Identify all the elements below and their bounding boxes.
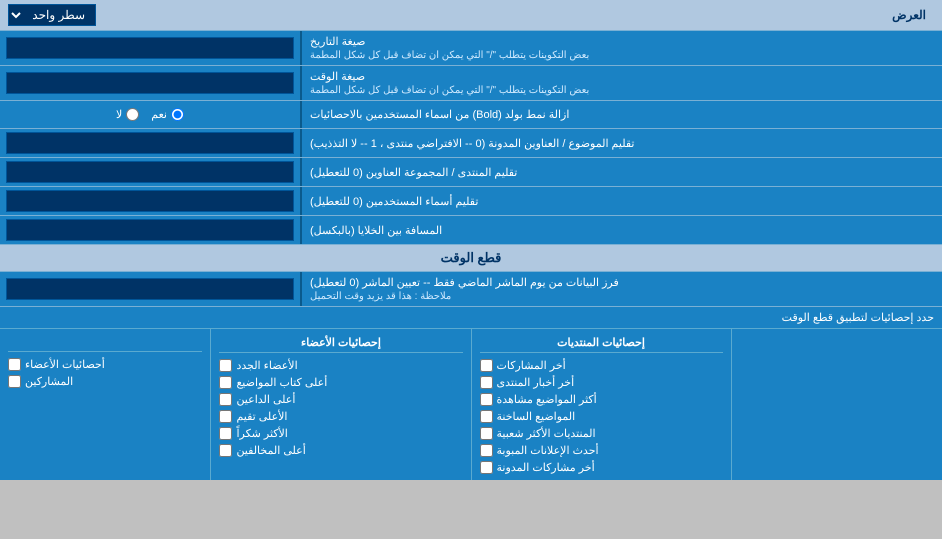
- top-bar: العرض سطر واحد سطرين ثلاثة أسطر: [0, 0, 942, 31]
- checkbox-item: أعلى كتاب المواضيع: [219, 374, 462, 391]
- cb-member-stats[interactable]: [8, 358, 21, 371]
- cb-hot-topics[interactable]: [480, 410, 493, 423]
- input-forum-titles[interactable]: 33: [6, 161, 294, 183]
- label-date-format: صيغة التاريخ بعض التكوينات يتطلب "/" الت…: [300, 31, 942, 65]
- checkbox-item: الأعضاء الجدد: [219, 357, 462, 374]
- radio-yes-label[interactable]: نعم: [151, 108, 184, 121]
- label-subject-titles: تقليم الموضوع / العناوين المدونة (0 -- ا…: [300, 129, 942, 157]
- display-dropdown[interactable]: سطر واحد سطرين ثلاثة أسطر: [8, 4, 96, 26]
- cb-top-posters[interactable]: [219, 376, 232, 389]
- label-cell-spacing: المسافة بين الخلايا (بالبكسل): [300, 216, 942, 244]
- checkbox-item: أعلى المخالفين: [219, 442, 462, 459]
- input-cutoff[interactable]: 0: [6, 278, 294, 300]
- row-cell-spacing: المسافة بين الخلايا (بالبكسل) 2: [0, 216, 942, 245]
- input-cell-subject: 33: [0, 129, 300, 157]
- label-usernames: تقليم أسماء المستخدمين (0 للتعطيل): [300, 187, 942, 215]
- input-subject-titles[interactable]: 33: [6, 132, 294, 154]
- col-header-extra: [8, 333, 202, 352]
- checkbox-col-forums: إحصائيات المنتديات أخر المشاركات أخر أخب…: [471, 329, 731, 480]
- label-bold-remove: ازالة نمط بولد (Bold) من اسماء المستخدمي…: [300, 101, 942, 128]
- row-forum-titles: تقليم المنتدى / المجموعة العناوين (0 للت…: [0, 158, 942, 187]
- radio-cell-bold: نعم لا: [0, 101, 300, 128]
- checkbox-item: أحصائيات الأعضاء: [8, 356, 202, 373]
- cb-blog-posts[interactable]: [480, 461, 493, 474]
- cb-new-members[interactable]: [219, 359, 232, 372]
- cb-popular-forums[interactable]: [480, 427, 493, 440]
- checkboxes-grid: إحصائيات المنتديات أخر المشاركات أخر أخب…: [0, 329, 942, 480]
- input-cell-usernames: 0: [0, 187, 300, 215]
- top-label: العرض: [96, 8, 926, 22]
- row-bold-remove: ازالة نمط بولد (Bold) من اسماء المستخدمي…: [0, 101, 942, 129]
- row-cutoff: فرز البيانات من يوم الماشر الماضي فقط --…: [0, 272, 942, 307]
- label-time-format: صيغة الوقت بعض التكوينات يتطلب "/" التي …: [300, 66, 942, 100]
- label-forum-titles: تقليم المنتدى / المجموعة العناوين (0 للت…: [300, 158, 942, 186]
- checkbox-item: أعلى الداعين: [219, 391, 462, 408]
- row-date-format: صيغة التاريخ بعض التكوينات يتطلب "/" الت…: [0, 31, 942, 66]
- input-cell-spacing: 2: [0, 216, 300, 244]
- checkbox-item: أكثر المواضيع مشاهدة: [480, 391, 723, 408]
- stats-header: حدد إحصائيات لتطبيق قطع الوقت: [0, 307, 942, 329]
- checkbox-item: أخر مشاركات المدونة: [480, 459, 723, 476]
- cb-classifieds[interactable]: [480, 444, 493, 457]
- input-cell-cutoff: 0: [0, 272, 300, 306]
- cb-top-rated[interactable]: [219, 410, 232, 423]
- checkbox-item: أخر المشاركات: [480, 357, 723, 374]
- checkbox-col-members: إحصائيات الأعضاء الأعضاء الجدد أعلى كتاب…: [210, 329, 470, 480]
- radio-no-label[interactable]: لا: [116, 108, 139, 121]
- main-container: العرض سطر واحد سطرين ثلاثة أسطر صيغة الت…: [0, 0, 942, 480]
- input-time-format[interactable]: H:i: [6, 72, 294, 94]
- cb-top-violators[interactable]: [219, 444, 232, 457]
- input-cell-spacing[interactable]: 2: [6, 219, 294, 241]
- input-usernames[interactable]: 0: [6, 190, 294, 212]
- col-header-members: إحصائيات الأعضاء: [219, 333, 462, 353]
- col-header-forums: إحصائيات المنتديات: [480, 333, 723, 353]
- cb-most-thanked[interactable]: [219, 427, 232, 440]
- label-cutoff: فرز البيانات من يوم الماشر الماضي فقط --…: [300, 272, 942, 306]
- input-cell-date: d-m: [0, 31, 300, 65]
- checkbox-item: الأكثر شكراً: [219, 425, 462, 442]
- input-cell-time: H:i: [0, 66, 300, 100]
- section-header-cutoff: قطع الوقت: [0, 245, 942, 272]
- row-subject-titles: تقليم الموضوع / العناوين المدونة (0 -- ا…: [0, 129, 942, 158]
- row-usernames: تقليم أسماء المستخدمين (0 للتعطيل) 0: [0, 187, 942, 216]
- radio-yes[interactable]: [171, 108, 184, 121]
- checkbox-item: المواضيع الساخنة: [480, 408, 723, 425]
- checkbox-item: المشاركين: [8, 373, 202, 390]
- checkbox-col-extra: أحصائيات الأعضاء المشاركين: [0, 329, 210, 480]
- cb-participants[interactable]: [8, 375, 21, 388]
- checkbox-item: الأعلى تقيم: [219, 408, 462, 425]
- checkbox-item: المنتديات الأكثر شعبية: [480, 425, 723, 442]
- cb-top-referrers[interactable]: [219, 393, 232, 406]
- cb-forum-news[interactable]: [480, 376, 493, 389]
- checkbox-item: أحدث الإعلانات المبوبة: [480, 442, 723, 459]
- cb-most-viewed[interactable]: [480, 393, 493, 406]
- checkbox-col-empty: [731, 329, 942, 480]
- row-time-format: صيغة الوقت بعض التكوينات يتطلب "/" التي …: [0, 66, 942, 101]
- cb-latest-posts[interactable]: [480, 359, 493, 372]
- input-cell-forum: 33: [0, 158, 300, 186]
- radio-no[interactable]: [126, 108, 139, 121]
- input-date-format[interactable]: d-m: [6, 37, 294, 59]
- checkbox-item: أخر أخبار المنتدى: [480, 374, 723, 391]
